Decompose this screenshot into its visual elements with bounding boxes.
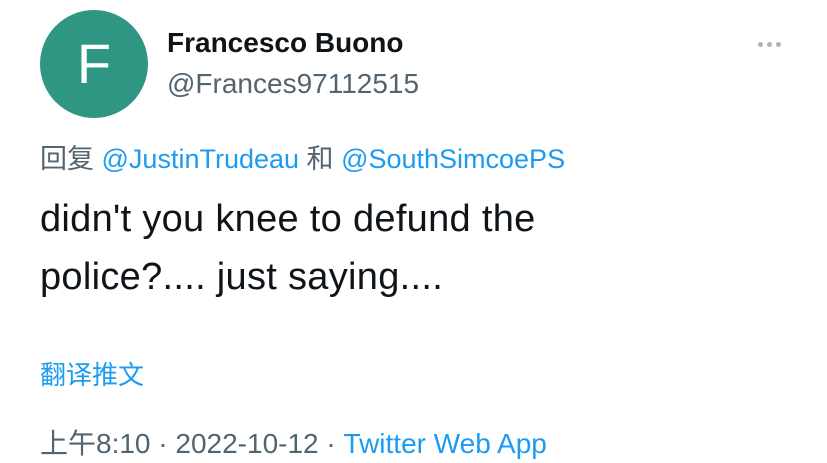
tweet-text: didn't you knee to defund the police?...… [40, 190, 800, 306]
mention-link-2[interactable]: @SouthSimcoePS [341, 144, 565, 174]
reply-prefix: 回复 [40, 144, 94, 174]
user-handle[interactable]: @Frances97112515 [167, 68, 419, 100]
tweet-text-line-1: didn't you knee to defund the [40, 198, 536, 240]
display-name[interactable]: Francesco Buono [167, 27, 403, 59]
tweet-detail: F Francesco Buono @Frances97112515 回复 @J… [0, 0, 827, 463]
meta-separator-1: · [150, 428, 176, 459]
more-horizontal-icon [757, 41, 781, 47]
mention-link-1[interactable]: @JustinTrudeau [102, 144, 300, 174]
translate-tweet-link[interactable]: 翻译推文 [40, 355, 144, 392]
avatar[interactable]: F [40, 10, 148, 118]
tweet-source-link[interactable]: Twitter Web App [344, 428, 547, 459]
tweet-date[interactable]: 2022-10-12 [175, 428, 318, 459]
tweet-metadata: 上午8:10 · 2022-10-12 · Twitter Web App [40, 422, 547, 462]
more-options-button[interactable] [752, 30, 786, 58]
reply-context: 回复 @JustinTrudeau 和 @SouthSimcoePS [40, 137, 565, 176]
tweet-time[interactable]: 上午8:10 [40, 428, 151, 459]
avatar-letter: F [76, 32, 112, 95]
meta-separator-2: · [318, 428, 344, 459]
reply-conjunction: 和 [306, 144, 334, 174]
tweet-text-line-2: police?.... just saying.... [40, 256, 444, 298]
